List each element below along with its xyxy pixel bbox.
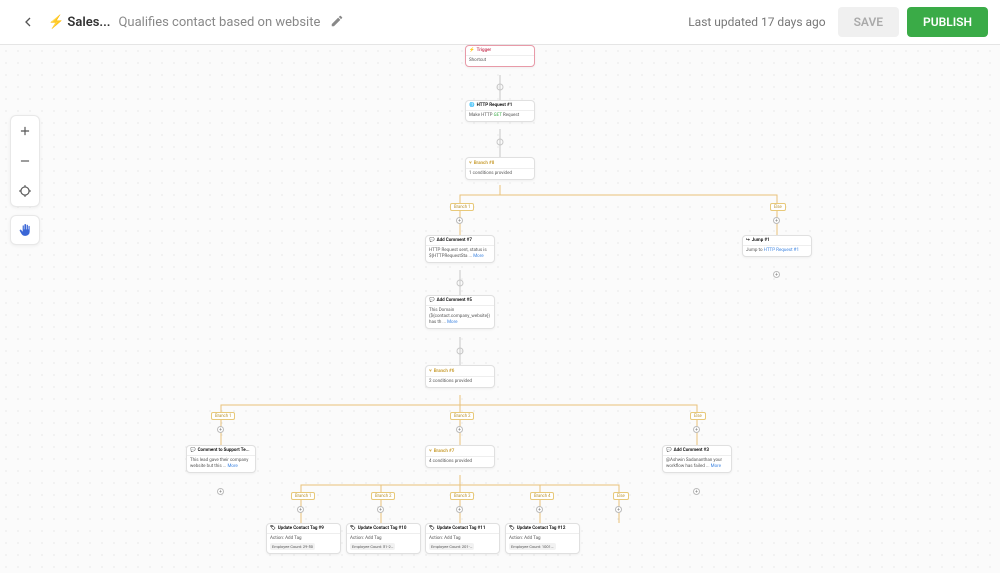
- badge-branch-3: Branch 3: [450, 492, 474, 500]
- header: ⚡ Sales... Qualifies contact based on we…: [0, 0, 1000, 45]
- zoom-toolbar: [10, 115, 40, 207]
- node-comment-support[interactable]: 💬Comment to Support Te... This lead gave…: [186, 445, 256, 473]
- tag-icon: 🏷: [429, 526, 435, 531]
- node-jump-1[interactable]: ↪Jump #1 Jump to HTTP Request #1: [742, 235, 812, 257]
- tag-icon: 🏷: [350, 526, 356, 531]
- badge-else: Else: [613, 492, 629, 500]
- badge-branch-1: Branch 1: [291, 492, 315, 500]
- node-trigger[interactable]: ⚡Trigger Shortcut: [465, 45, 535, 67]
- badge-branch-1: Branch 1: [450, 203, 474, 211]
- arrow-left-icon: [20, 14, 36, 30]
- node-http-request-1[interactable]: 🌐HTTP Request #1 Make HTTP GET Request: [465, 100, 535, 122]
- node-update-tag-9[interactable]: 🏷Update Contact Tag #9 Action: Add TagEm…: [266, 523, 341, 554]
- add-step-button[interactable]: +: [297, 506, 304, 513]
- badge-branch-2: Branch 2: [450, 412, 474, 420]
- add-step-button[interactable]: +: [773, 271, 780, 278]
- workflow-canvas[interactable]: ⚡Trigger Shortcut 🌐HTTP Request #1 Make …: [0, 45, 1000, 573]
- node-branch-6[interactable]: ⑂Branch #6 2 conditions provided: [425, 365, 495, 388]
- add-step-button[interactable]: +: [536, 506, 543, 513]
- zoom-out-button[interactable]: [11, 146, 39, 176]
- comment-icon: 💬: [190, 448, 196, 453]
- add-step-button[interactable]: +: [456, 426, 463, 433]
- jump-icon: ↪: [746, 238, 750, 243]
- comment-icon: 💬: [429, 238, 435, 243]
- edit-title-button[interactable]: [330, 13, 344, 32]
- add-step-button[interactable]: +: [456, 217, 463, 224]
- plus-icon: [18, 124, 32, 138]
- publish-button[interactable]: PUBLISH: [907, 7, 988, 37]
- tag-icon: 🏷: [509, 526, 515, 531]
- badge-branch-4: Branch 4: [530, 492, 554, 500]
- add-step-button[interactable]: +: [217, 488, 224, 495]
- badge-branch-1: Branch 1: [211, 412, 235, 420]
- node-update-tag-11[interactable]: 🏷Update Contact Tag #11 Action: Add TagE…: [425, 523, 500, 554]
- branch-icon: ⑂: [429, 448, 432, 454]
- workflow-title: ⚡ Sales...: [48, 15, 110, 30]
- node-add-comment-3[interactable]: 💬Add Comment #3 @Ashwin Sadananthan your…: [662, 445, 732, 473]
- pencil-icon: [330, 14, 344, 28]
- comment-icon: 💬: [429, 298, 435, 303]
- add-step-button[interactable]: +: [456, 506, 463, 513]
- badge-else: Else: [690, 412, 706, 420]
- add-step-button[interactable]: +: [615, 506, 622, 513]
- node-add-comment-5[interactable]: 💬Add Comment #5 This Domain (${contact.c…: [425, 295, 495, 329]
- add-step-button[interactable]: +: [693, 426, 700, 433]
- badge-else: Else: [770, 203, 786, 211]
- workflow-subtitle: Qualifies contact based on website: [118, 15, 320, 30]
- node-branch-8[interactable]: ⑂Branch #8 1 conditions provided: [465, 157, 535, 180]
- branch-icon: ⑂: [469, 160, 472, 166]
- add-step-button[interactable]: +: [693, 488, 700, 495]
- add-step-button[interactable]: +: [773, 217, 780, 224]
- pan-tool-button[interactable]: [10, 215, 40, 245]
- crosshair-icon: [18, 184, 32, 198]
- hand-icon: [18, 223, 32, 237]
- last-updated: Last updated 17 days ago: [688, 15, 825, 29]
- add-step-button[interactable]: +: [377, 506, 384, 513]
- node-add-comment-7[interactable]: 💬Add Comment #7 HTTP Request sent, statu…: [425, 235, 495, 263]
- comment-icon: 💬: [666, 448, 672, 453]
- node-update-tag-10[interactable]: 🏷Update Contact Tag #10 Action: Add TagE…: [346, 523, 421, 554]
- zoom-in-button[interactable]: [11, 116, 39, 146]
- node-update-tag-12[interactable]: 🏷Update Contact Tag #12 Action: Add TagE…: [505, 523, 580, 554]
- add-step-button[interactable]: +: [217, 426, 224, 433]
- badge-branch-2: Branch 2: [371, 492, 395, 500]
- node-branch-7[interactable]: ⑂Branch #7 4 conditions provided: [425, 445, 495, 468]
- save-button[interactable]: SAVE: [838, 7, 899, 37]
- bolt-icon: ⚡: [469, 48, 475, 53]
- tag-icon: 🏷: [270, 526, 276, 531]
- fit-view-button[interactable]: [11, 176, 39, 206]
- branch-icon: ⑂: [429, 368, 432, 374]
- minus-icon: [18, 154, 32, 168]
- globe-icon: 🌐: [469, 103, 475, 108]
- back-button[interactable]: [12, 6, 44, 38]
